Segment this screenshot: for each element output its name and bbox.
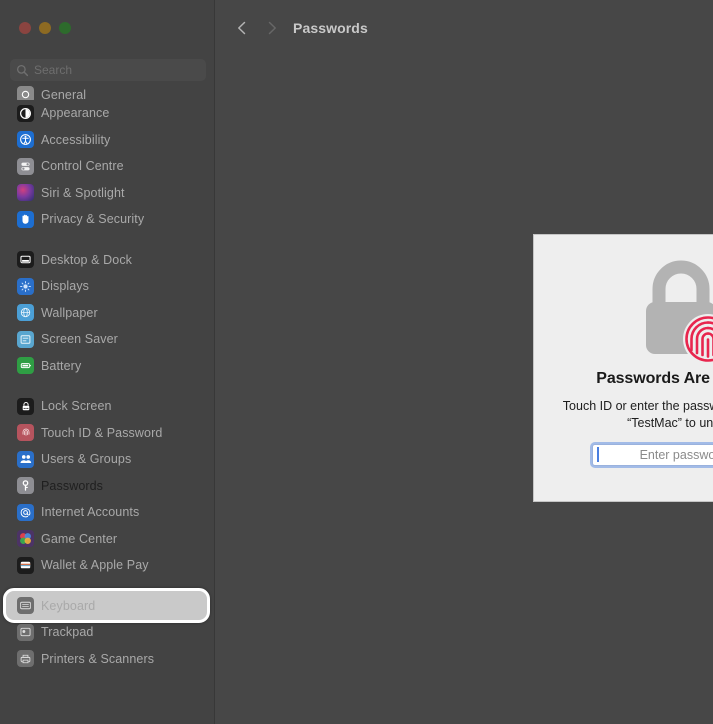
trackpad-icon [17,623,34,641]
appearance-icon [17,104,34,122]
users-groups-icon [17,450,34,468]
printer-icon [17,650,34,668]
sidebar-item-label: Wallpaper [41,305,98,320]
sidebar-item-keyboard[interactable]: Keyboard [0,593,215,620]
sidebar-item-label: Users & Groups [41,452,132,467]
sidebar-item-appearance[interactable]: Appearance [0,100,215,127]
passwords-locked-dialog: Passwords Are Locked Touch ID or enter t… [533,234,713,502]
sidebar-item-label: Trackpad [41,625,94,640]
sidebar-item-game-center[interactable]: Game Center [0,526,215,553]
sidebar-item-label: Internet Accounts [41,505,140,520]
sidebar-item-label: Accessibility [41,132,111,147]
sidebar-item-passwords[interactable]: Passwords [0,473,215,500]
password-field-wrapper[interactable] [592,444,713,466]
dialog-body-text: Touch ID or enter the password for the u… [562,399,713,430]
sidebar-item-label: Game Center [41,531,118,546]
sidebar-item-screen-saver[interactable]: Screen Saver [0,326,215,353]
wallpaper-icon [17,304,34,322]
sidebar-item-siri-spotlight[interactable]: Siri & Spotlight [0,180,215,207]
sidebar-item-label: Control Centre [41,159,124,174]
lock-screen-icon [17,397,34,415]
system-settings-window: Search General Appearance Accessibility … [0,0,713,724]
search-input[interactable]: Search [10,59,206,81]
sidebar-item-label: Passwords [41,478,104,493]
displays-icon [17,277,34,295]
sidebar-item-wallet-apple-pay[interactable]: Wallet & Apple Pay [0,552,215,579]
privacy-hand-icon [17,210,34,228]
settings-nav-list[interactable]: General Appearance Accessibility Control… [0,86,215,724]
window-controls [19,22,71,34]
sidebar-item-touch-id-password[interactable]: Touch ID & Password [0,420,215,447]
dialog-heading: Passwords Are Locked [596,370,713,387]
sidebar-item-label: Printers & Scanners [41,651,155,666]
page-title: Passwords [293,20,368,36]
battery-icon [17,357,34,375]
at-sign-icon [17,503,34,521]
chevron-left-icon[interactable] [235,20,249,36]
sidebar-group-divider [0,379,215,393]
toolbar: Passwords [215,0,713,56]
siri-icon [17,184,34,202]
keyboard-icon [17,597,34,615]
sidebar-item-trackpad[interactable]: Trackpad [0,619,215,646]
maximize-window-button[interactable] [59,22,71,34]
locked-padlock-with-fingerprint-icon [629,254,713,364]
sidebar-item-internet-accounts[interactable]: Internet Accounts [0,499,215,526]
password-input[interactable] [592,444,713,466]
main-content: Passwords Passwords Are Touch ID or ente… [215,0,713,724]
sidebar-item-label: Desktop & Dock [41,252,133,267]
game-center-icon [17,530,34,548]
sidebar-item-displays[interactable]: Displays [0,273,215,300]
sidebar: Search General Appearance Accessibility … [0,0,215,724]
minimize-window-button[interactable] [39,22,51,34]
chevron-right-icon[interactable] [265,20,279,36]
gear-icon [17,86,34,100]
sidebar-item-general[interactable]: General [0,86,215,100]
key-icon [17,477,34,495]
search-placeholder: Search [34,63,73,77]
sidebar-item-lock-screen[interactable]: Lock Screen [0,393,215,420]
sidebar-item-label: Displays [41,279,90,294]
search-icon [16,64,29,76]
sidebar-item-users-groups[interactable]: Users & Groups [0,446,215,473]
sidebar-item-battery[interactable]: Battery [0,353,215,380]
sidebar-item-label: Wallet & Apple Pay [41,558,149,573]
sidebar-group-divider [0,233,215,247]
wallet-icon [17,556,34,574]
sidebar-item-label: Battery [41,358,82,373]
text-cursor [597,447,599,462]
sidebar-item-control-centre[interactable]: Control Centre [0,153,215,180]
accessibility-icon [17,131,34,149]
control-centre-icon [17,157,34,175]
sidebar-item-label: Keyboard [41,598,96,613]
close-window-button[interactable] [19,22,31,34]
sidebar-item-privacy-security[interactable]: Privacy & Security [0,206,215,233]
sidebar-item-label: Touch ID & Password [41,425,163,440]
sidebar-item-desktop-dock[interactable]: Desktop & Dock [0,247,215,274]
touch-id-icon [17,424,34,442]
screen-saver-icon [17,330,34,348]
sidebar-item-label: Lock Screen [41,399,112,414]
sidebar-item-label: Siri & Spotlight [41,185,125,200]
sidebar-item-label: General [41,88,87,100]
desktop-dock-icon [17,251,34,269]
sidebar-item-label: Screen Saver [41,332,118,347]
sidebar-item-accessibility[interactable]: Accessibility [0,127,215,154]
sidebar-item-wallpaper[interactable]: Wallpaper [0,300,215,327]
sidebar-item-label: Appearance [41,106,110,121]
sidebar-item-label: Privacy & Security [41,212,145,227]
sidebar-item-printers-scanners[interactable]: Printers & Scanners [0,646,215,673]
